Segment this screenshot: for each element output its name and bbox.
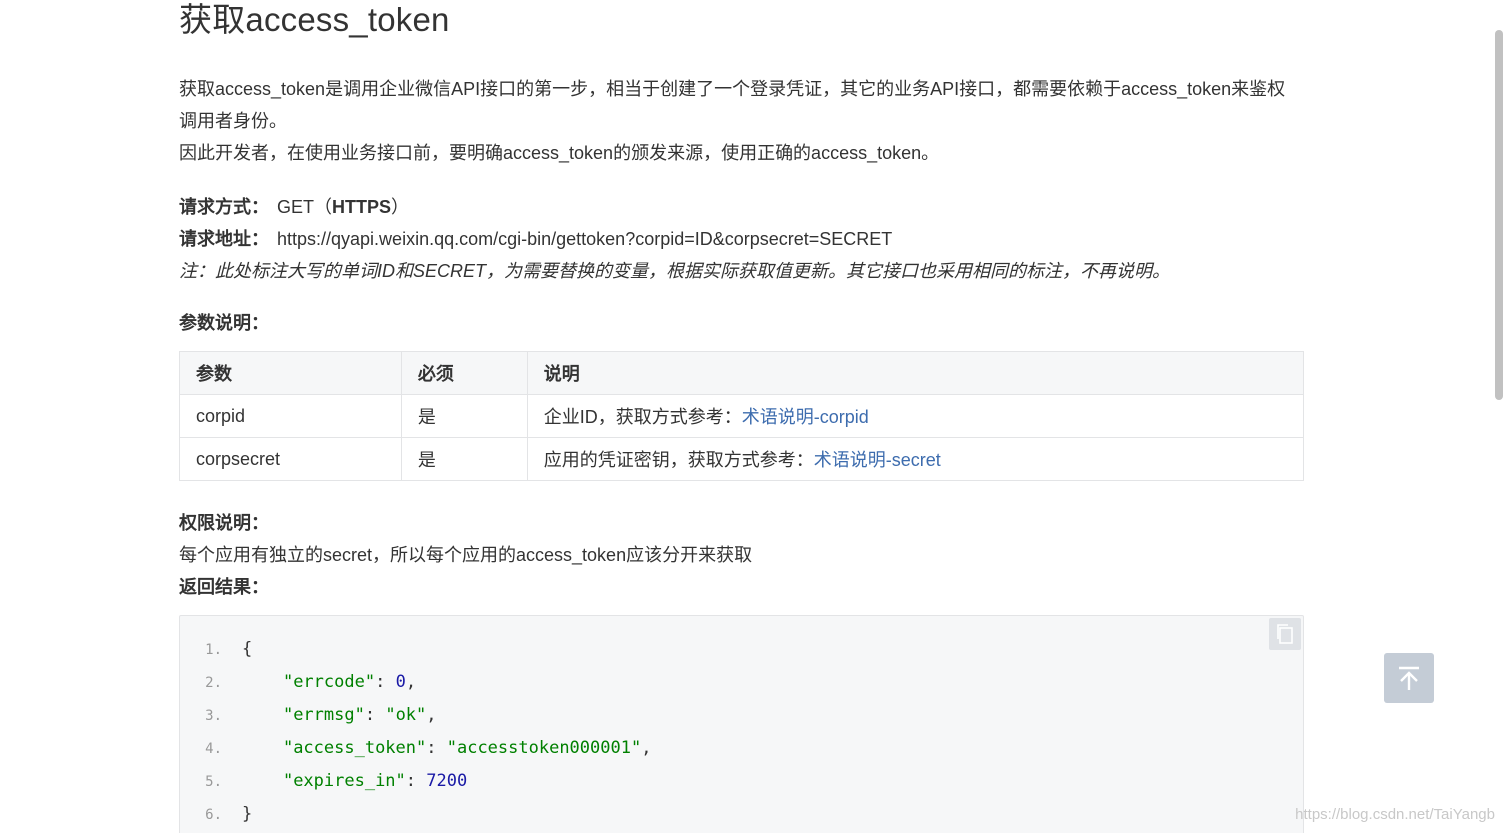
scrollbar-thumb[interactable] (1495, 30, 1503, 400)
request-note: 注：此处标注大写的单词ID和SECRET，为需要替换的变量，根据实际获取值更新。… (179, 261, 1171, 281)
method-close: ） (391, 197, 410, 217)
code-close-brace: } (242, 804, 253, 824)
line-number: 4. (205, 741, 222, 757)
link-corpid[interactable]: 术语说明-corpid (742, 407, 869, 427)
code-key: "expires_in" (282, 771, 406, 791)
code-line: 1. { (180, 633, 651, 666)
method-https: HTTPS (332, 197, 392, 217)
param-required: 是 (400, 437, 528, 481)
param-name: corpid (179, 394, 402, 438)
code-line: 6.} (180, 798, 651, 831)
line-number: 1. (205, 642, 222, 658)
request-url: 请求地址： https://qyapi.weixin.qq.com/cgi-bin… (179, 223, 1304, 255)
header-param: 参数 (179, 351, 402, 395)
line-number: 5. (205, 774, 222, 790)
code-key: "errcode" (282, 672, 376, 692)
param-desc: 应用的凭证密钥，获取方式参考：术语说明-secret (526, 437, 1305, 481)
permission-text: 每个应用有独立的secret，所以每个应用的access_token应该分开来获… (179, 545, 753, 565)
param-desc-text: 企业ID，获取方式参考： (543, 407, 742, 427)
code-lines: 1.{ 2. "errcode": 0, 3. "errmsg": "ok", … (180, 633, 651, 831)
request-url-label: 请求地址： (179, 229, 269, 249)
code-line: 4. "access_token": "accesstoken000001", (180, 732, 651, 765)
code-open-brace: { (242, 639, 253, 659)
code-value: 7200 (426, 771, 468, 791)
method-get: GET（ (277, 197, 333, 217)
param-desc-text: 应用的凭证密钥，获取方式参考： (543, 450, 814, 470)
copy-icon (1277, 624, 1293, 644)
intro-line-1: 获取access_token是调用企业微信API接口的第一步，相当于创建了一个登… (179, 79, 1286, 131)
code-key: "access_token" (282, 738, 427, 758)
code-line: 3. "errmsg": "ok", (180, 699, 651, 732)
doc-page: 获取access_token 获取access_token是调用企业微信API接… (0, 0, 1505, 833)
permission-label: 权限说明： (179, 513, 269, 533)
result-label: 返回结果： (179, 577, 269, 597)
param-desc: 企业ID，获取方式参考：术语说明-corpid (526, 394, 1305, 438)
copy-button[interactable] (1269, 618, 1301, 650)
code-line: 5. "expires_in": 7200 (180, 765, 651, 798)
code-block[interactable]: 1.{ 2. "errcode": 0, 3. "errmsg": "ok", … (179, 615, 1304, 833)
request-method: 请求方式： GET（HTTPS） (179, 191, 1304, 223)
request-method-value: GET（HTTPS） (277, 197, 409, 217)
code-value: "ok" (385, 705, 427, 725)
request-url-value: https://qyapi.weixin.qq.com/cgi-bin/gett… (277, 229, 893, 249)
code-value: "accesstoken000001" (446, 738, 642, 758)
param-name: corpsecret (179, 437, 402, 481)
code-value: 0 (395, 672, 406, 692)
header-desc: 说明 (526, 351, 1305, 395)
doc-content: 获取access_token 获取access_token是调用企业微信API接… (179, 0, 1305, 833)
intro-line-2: 因此开发者，在使用业务接口前，要明确access_token的颁发来源，使用正确… (179, 143, 940, 163)
link-secret[interactable]: 术语说明-secret (814, 450, 941, 470)
header-required: 必须 (400, 351, 528, 395)
request-method-label: 请求方式： (179, 197, 269, 217)
line-number: 3. (205, 708, 222, 724)
arrow-up-icon (1399, 666, 1419, 690)
params-header-row: 参数 必须 说明 (179, 351, 1305, 395)
watermark: https://blog.csdn.net/TaiYangb (1295, 806, 1495, 823)
table-row: corpsecret 是 应用的凭证密钥，获取方式参考：术语说明-secret (179, 437, 1305, 481)
line-number: 2. (205, 675, 222, 691)
params-label: 参数说明： (179, 313, 269, 333)
intro-paragraph: 获取access_token是调用企业微信API接口的第一步，相当于创建了一个登… (179, 73, 1297, 169)
param-required: 是 (400, 394, 528, 438)
code-key: "errmsg" (282, 705, 365, 725)
page-title: 获取access_token (179, 1, 450, 38)
params-table: 参数 必须 说明 corpid 是 企业ID，获取方式参考：术语说明-corpi… (179, 351, 1305, 481)
table-row: corpid 是 企业ID，获取方式参考：术语说明-corpid (179, 394, 1305, 438)
back-to-top-button[interactable] (1384, 653, 1434, 703)
request-info: 请求方式： GET（HTTPS） 请求地址： https://qyapi.weixi… (179, 191, 1304, 287)
code-line: 2. "errcode": 0, (180, 666, 651, 699)
scrollbar[interactable] (1493, 0, 1505, 833)
line-number: 6. (205, 807, 222, 823)
